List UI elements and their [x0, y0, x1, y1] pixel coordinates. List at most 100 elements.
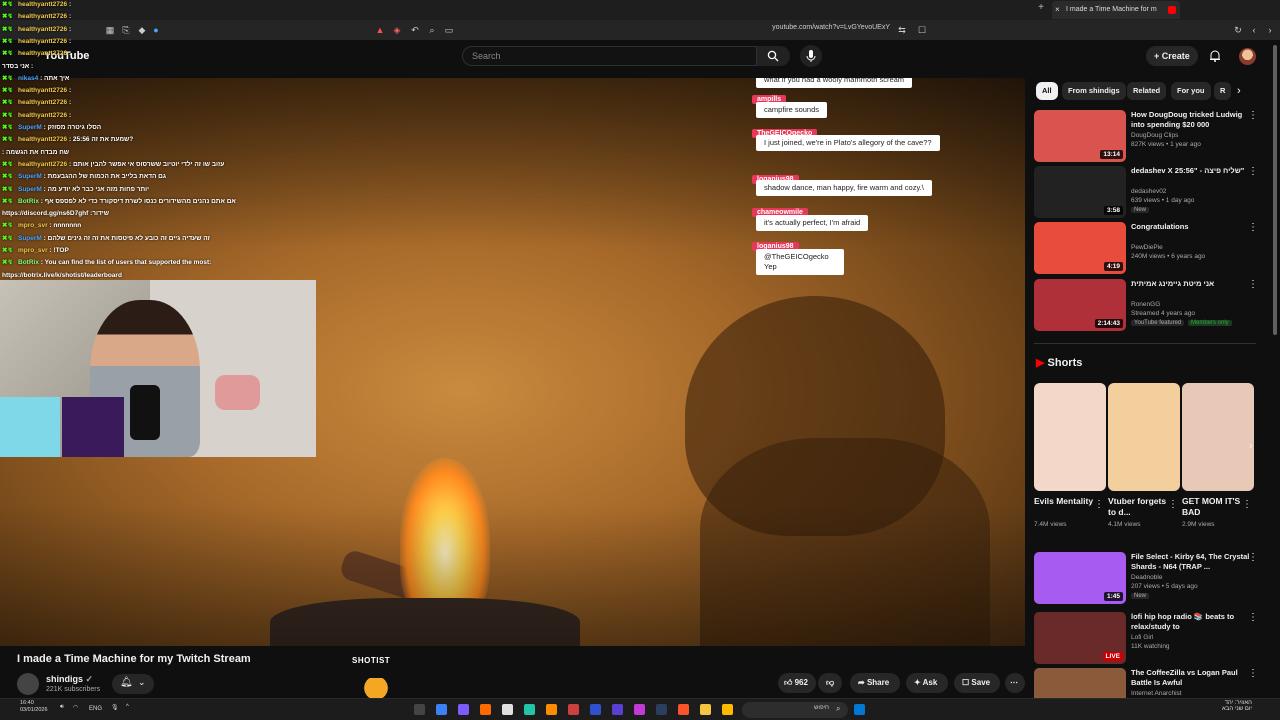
recommendation-item[interactable]: 1:45 File Select - Kirby 64, The Crystal …: [1034, 552, 1264, 604]
chevron-right-icon[interactable]: ›: [1237, 85, 1241, 97]
short-thumbnail[interactable]: [1034, 383, 1106, 491]
create-button[interactable]: + Create: [1146, 46, 1198, 66]
recommendation-item[interactable]: LIVE lofi hip hop radio 📚 beats to relax/…: [1034, 612, 1264, 664]
more-options-icon[interactable]: ⋮: [1248, 167, 1258, 177]
channel-avatar[interactable]: [17, 673, 39, 695]
channel-link[interactable]: DougDoug Clips: [1131, 132, 1178, 139]
voice-search-button[interactable]: [800, 45, 822, 67]
search-small-icon[interactable]: ⌕: [426, 24, 438, 36]
video-thumbnail[interactable]: 13:14: [1034, 110, 1126, 162]
mic-tray-icon[interactable]: 🎙︎: [111, 704, 119, 711]
more-options-icon[interactable]: ⋮: [1248, 111, 1258, 121]
share-url-icon[interactable]: ⇆: [896, 24, 908, 36]
app-icon-9[interactable]: [700, 704, 711, 715]
app-icon-8[interactable]: [634, 704, 645, 715]
more-options-icon[interactable]: ⋮: [1248, 223, 1258, 233]
app-icon-2[interactable]: [458, 704, 469, 715]
short-thumbnail[interactable]: [1182, 383, 1254, 491]
clock[interactable]: 16:40 03/01/2026: [20, 700, 48, 714]
more-options-icon[interactable]: ⋮: [1248, 669, 1258, 679]
more-actions-button[interactable]: ⋯: [1005, 673, 1025, 693]
chip-0[interactable]: All: [1036, 82, 1058, 100]
app-icon-7[interactable]: [568, 704, 579, 715]
back-icon[interactable]: ↶: [409, 24, 421, 36]
windows-start-icon[interactable]: [854, 704, 865, 715]
premiere-icon[interactable]: [612, 704, 623, 715]
taskbar-search[interactable]: חיפוש ⌕: [742, 702, 848, 718]
short-title[interactable]: Vtuber forgets to d...: [1108, 496, 1170, 518]
steam-icon[interactable]: [656, 704, 667, 715]
account-avatar[interactable]: [1239, 48, 1256, 65]
app-icon-4[interactable]: [502, 704, 513, 715]
shield-icon[interactable]: ▲: [374, 24, 386, 36]
speaker-icon[interactable]: 🔊︎: [60, 704, 64, 711]
video-title-link[interactable]: lofi hip hop radio 📚 beats to relax/stud…: [1131, 612, 1251, 632]
channel-link[interactable]: Deadnoble: [1131, 574, 1162, 581]
back-arrow-icon[interactable]: ‹: [1248, 24, 1260, 36]
chip-1[interactable]: From shindigs: [1062, 82, 1126, 100]
dislike-button[interactable]: 👎︎: [818, 673, 842, 693]
app-icon-6[interactable]: [546, 704, 557, 715]
forward-arrow-icon[interactable]: ›: [1264, 24, 1276, 36]
file-explorer-icon[interactable]: [722, 704, 733, 715]
monitor-icon[interactable]: ▭: [443, 24, 455, 36]
like-button[interactable]: 👍︎ 962: [778, 673, 816, 693]
video-thumbnail[interactable]: 3:58: [1034, 166, 1126, 218]
brave-taskbar-icon[interactable]: [678, 704, 689, 715]
after-effects-icon[interactable]: [590, 704, 601, 715]
app-icon-5[interactable]: [524, 704, 535, 715]
short-title[interactable]: Evils Mentality: [1034, 496, 1096, 507]
share-button[interactable]: ➦ Share: [850, 673, 900, 693]
channel-link[interactable]: RonenGG: [1131, 301, 1160, 308]
tab-close-icon[interactable]: ×: [1055, 1, 1060, 19]
video-thumbnail[interactable]: 2:14:43: [1034, 279, 1126, 331]
app-icon-3[interactable]: [480, 704, 491, 715]
channel-name[interactable]: shindigs ✓: [46, 674, 93, 685]
tray-chevron-icon[interactable]: ^: [126, 704, 129, 710]
short-title[interactable]: GET MOM IT'S BAD: [1182, 496, 1244, 518]
scrollbar-thumb[interactable]: [1273, 45, 1277, 335]
browser-tab[interactable]: × I made a Time Machine for m: [1052, 1, 1180, 19]
new-tab-button[interactable]: +: [1038, 2, 1044, 13]
video-title-link[interactable]: dedashev X שליח פיצה - "25:56": [1131, 166, 1251, 176]
reload-icon[interactable]: ↻: [1232, 24, 1244, 36]
wifi-icon[interactable]: ◠: [73, 704, 78, 711]
language-indicator[interactable]: ENG: [89, 706, 102, 712]
short-more-icon[interactable]: ⋮: [1242, 499, 1252, 510]
channel-link[interactable]: Internet Anarchist: [1131, 690, 1182, 697]
search-button[interactable]: [757, 46, 790, 66]
more-options-icon[interactable]: ⋮: [1248, 553, 1258, 563]
recommendation-item[interactable]: 3:58 dedashev X שליח פיצה - "25:56" dedash…: [1034, 166, 1264, 218]
short-thumbnail[interactable]: [1108, 383, 1180, 491]
brave-icon[interactable]: ◈: [391, 24, 403, 36]
more-options-icon[interactable]: ⋮: [1248, 613, 1258, 623]
subscribed-bell-button[interactable]: 🔔︎ ⌄: [112, 674, 154, 694]
short-more-icon[interactable]: ⋮: [1168, 499, 1178, 510]
channel-link[interactable]: Lofi Girl: [1131, 634, 1153, 641]
app-icon-1[interactable]: [436, 704, 447, 715]
video-title-link[interactable]: How DougDoug tricked Ludwig into spendin…: [1131, 110, 1251, 130]
video-thumbnail[interactable]: LIVE: [1034, 612, 1126, 664]
video-thumbnail[interactable]: 1:45: [1034, 552, 1126, 604]
search-input[interactable]: Search: [462, 46, 757, 66]
more-options-icon[interactable]: ⋮: [1248, 280, 1258, 290]
recommendation-item[interactable]: 2:14:43 אני מיטת גיימינג אמיתית RonenGG Str…: [1034, 279, 1264, 331]
channel-link[interactable]: dedashev02: [1131, 188, 1166, 195]
video-title-link[interactable]: אני מיטת גיימינג אמיתית: [1131, 279, 1251, 289]
weather-notice[interactable]: האוויר: יהד יום שני הבא: [1222, 700, 1252, 712]
bookmark-icon[interactable]: ☐: [916, 24, 928, 36]
channel-link[interactable]: PewDiePie: [1131, 244, 1163, 251]
chip-4[interactable]: R: [1214, 82, 1232, 100]
video-thumbnail[interactable]: 4:19: [1034, 222, 1126, 274]
ask-button[interactable]: ✦ Ask: [906, 673, 948, 693]
video-title-link[interactable]: Congratulations: [1131, 222, 1251, 232]
video-title-link[interactable]: The CoffeeZilla vs Logan Paul Battle Is …: [1131, 668, 1251, 688]
shorts-next-icon[interactable]: ›: [1249, 440, 1253, 452]
chip-2[interactable]: Related: [1127, 82, 1167, 100]
video-title-link[interactable]: File Select - Kirby 64, The Crystal Shar…: [1131, 552, 1251, 572]
recommendation-item[interactable]: 13:14 How DougDoug tricked Ludwig into sp…: [1034, 110, 1264, 162]
recommendation-item[interactable]: 4:19 Congratulations PewDiePie 240M views •…: [1034, 222, 1264, 274]
short-more-icon[interactable]: ⋮: [1094, 499, 1104, 510]
chip-3[interactable]: For you: [1171, 82, 1211, 100]
url-text[interactable]: youtube.com/watch?v=LvGYevoUExY: [772, 24, 890, 31]
